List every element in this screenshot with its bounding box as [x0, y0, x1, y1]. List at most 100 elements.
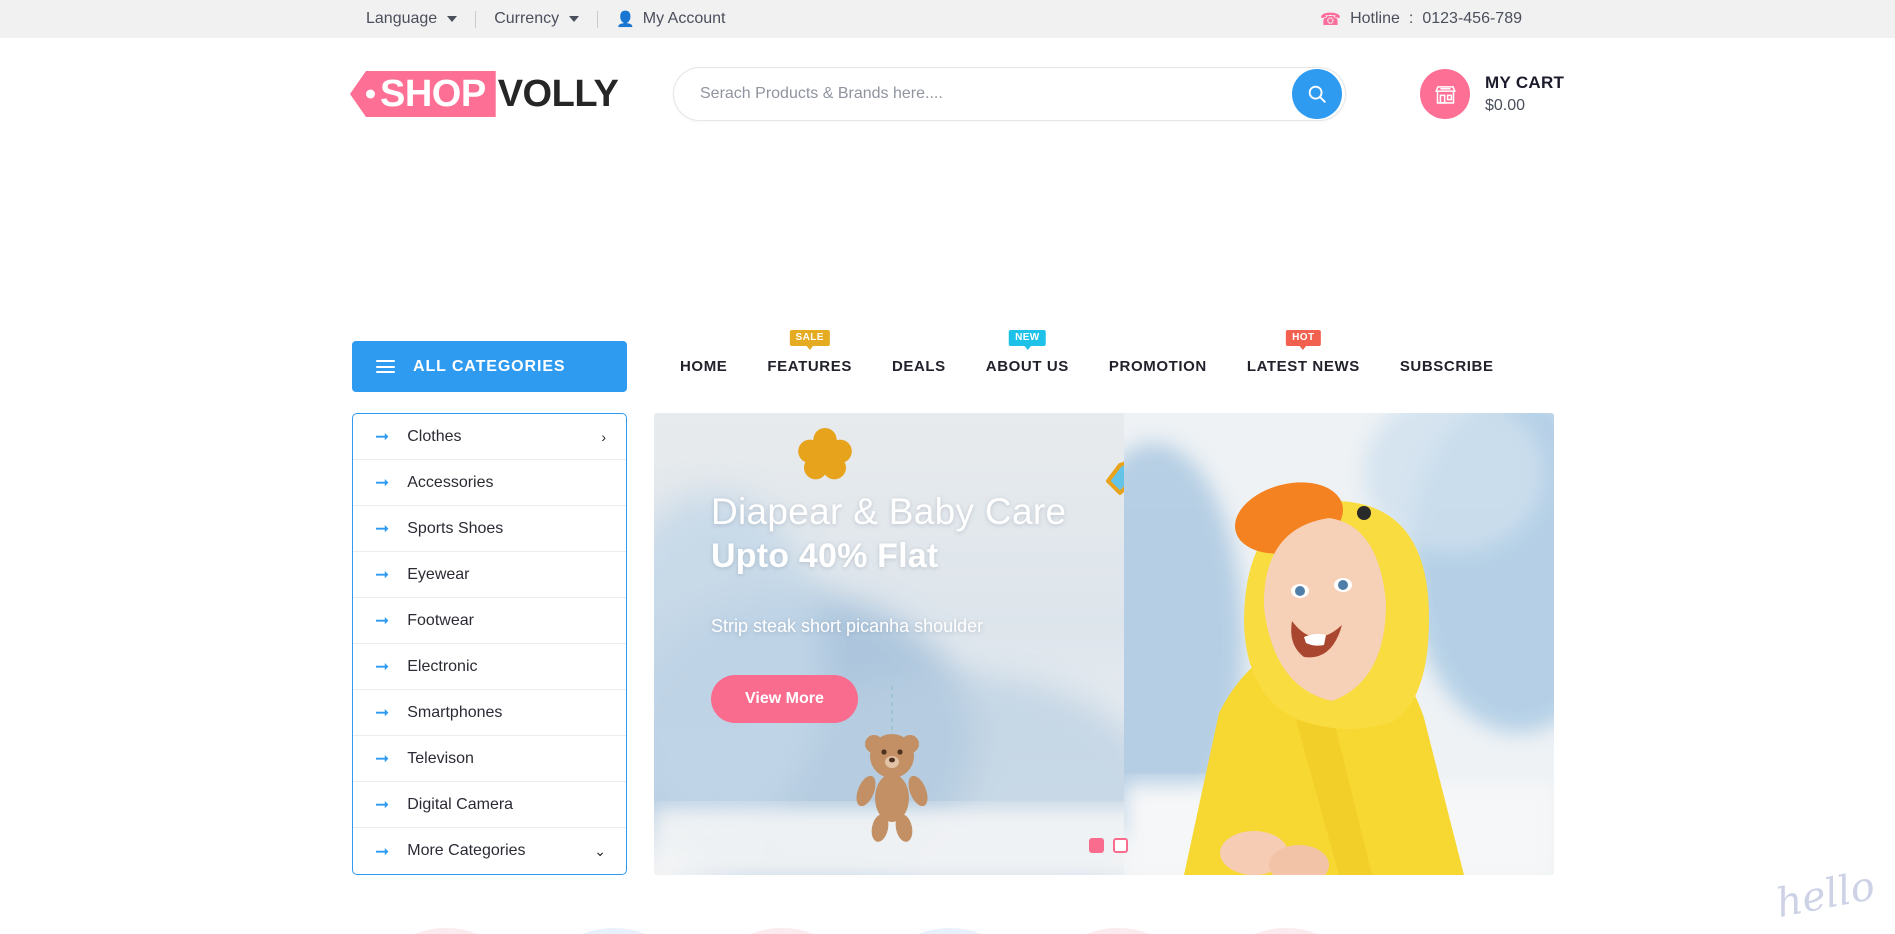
language-label: Language — [366, 10, 438, 27]
badge-label: SALE — [795, 332, 824, 343]
currency-label: Currency — [494, 10, 560, 27]
nav-label: LATEST NEWS — [1246, 358, 1360, 375]
nav-item-latest-news[interactable]: HOT LATEST NEWS — [1227, 330, 1380, 375]
hotline-separator: : — [1408, 10, 1414, 27]
hero-subtitle: Upto 40% Flat — [711, 537, 939, 575]
chevron-down-icon: ⌄ — [594, 843, 606, 859]
category-list: ➞ Clothes › ➞ Accessories ➞ Sports Shoes… — [352, 413, 627, 875]
sidebar-item-clothes[interactable]: ➞ Clothes › — [353, 414, 626, 460]
currency-selector[interactable]: Currency — [476, 10, 597, 28]
sidebar-item-label: Clothes — [407, 427, 462, 445]
nav-item-promotion[interactable]: PROMOTION — [1089, 358, 1227, 375]
arrow-right-icon: ➞ — [375, 519, 390, 538]
nav-label: DEALS — [891, 358, 946, 375]
nav-item-about-us[interactable]: NEW ABOUT US — [966, 330, 1089, 375]
sidebar-item-smartphones[interactable]: ➞ Smartphones — [353, 690, 626, 736]
logo-shop-text: SHOP — [380, 73, 486, 115]
topbar-left-group: Language Currency 👤 My Account — [348, 10, 743, 28]
sidebar-item-footwear[interactable]: ➞ Footwear — [353, 598, 626, 644]
nav-item-home[interactable]: HOME — [660, 358, 747, 375]
chevron-down-icon — [569, 16, 580, 22]
nav-item-deals[interactable]: DEALS — [872, 358, 966, 375]
sidebar-item-electronic[interactable]: ➞ Electronic — [353, 644, 626, 690]
search-button[interactable] — [1292, 69, 1342, 119]
arrow-right-icon: ➞ — [375, 565, 390, 584]
logo-tag-shape: SHOP — [350, 71, 496, 117]
sidebar-item-label: Footwear — [407, 611, 474, 629]
view-more-button[interactable]: View More — [711, 675, 858, 723]
cart-title: MY CART — [1485, 72, 1565, 92]
nav-item-features[interactable]: SALE FEATURES — [747, 330, 872, 375]
sidebar-item-label: Eyewear — [407, 565, 470, 583]
arrow-right-icon: ➞ — [375, 749, 390, 768]
all-categories-label: ALL CATEGORIES — [413, 357, 566, 375]
main-content: ALL CATEGORIES ➞ Clothes › ➞ Accessories… — [0, 150, 1895, 934]
badge-label: HOT — [1292, 332, 1315, 343]
sidebar-item-accessories[interactable]: ➞ Accessories — [353, 460, 626, 506]
logo-volly-text: VOLLY — [497, 73, 619, 115]
arrow-right-icon: ➞ — [375, 657, 390, 676]
badge-sale: SALE — [789, 330, 830, 346]
all-categories-button[interactable]: ALL CATEGORIES — [352, 341, 627, 392]
arrow-right-icon: ➞ — [375, 427, 390, 446]
nav-label: ABOUT US — [985, 358, 1069, 375]
language-selector[interactable]: Language — [348, 10, 475, 28]
hero-text-block: Diapear & Baby Care Upto 40% Flat Strip … — [711, 491, 1066, 723]
hero-title: Diapear & Baby Care — [711, 491, 1067, 532]
slider-dot-2[interactable] — [1113, 838, 1128, 853]
sidebar-item-televison[interactable]: ➞ Televison — [353, 736, 626, 782]
hamburger-icon — [376, 360, 395, 373]
search-bar — [673, 67, 1346, 121]
hero-baby-image — [1124, 413, 1554, 875]
sidebar-item-eyewear[interactable]: ➞ Eyewear — [353, 552, 626, 598]
hotline-label: Hotline — [1350, 10, 1400, 27]
telephone-icon: ☎ — [1319, 9, 1342, 29]
top-bar: Language Currency 👤 My Account ☎ Hotline… — [0, 0, 1895, 38]
nav-item-subscribe[interactable]: SUBSCRIBE — [1380, 358, 1514, 375]
nav-label: HOME — [680, 358, 728, 375]
badge-hot: HOT — [1286, 330, 1321, 346]
category-circle-strip — [0, 928, 1895, 934]
shop-icon — [1434, 85, 1456, 104]
search-input[interactable] — [674, 85, 1292, 103]
arrow-right-icon: ➞ — [375, 473, 390, 492]
sidebar-item-sports-shoes[interactable]: ➞ Sports Shoes — [353, 506, 626, 552]
site-logo[interactable]: SHOP VOLLY — [350, 68, 619, 120]
sidebar-item-more-categories[interactable]: ➞ More Categories ⌄ — [353, 828, 626, 874]
arrow-right-icon: ➞ — [375, 703, 390, 722]
cart-icon-circle — [1420, 69, 1470, 119]
arrow-right-icon: ➞ — [375, 611, 390, 630]
hero-slider[interactable]: Diapear & Baby Care Upto 40% Flat Strip … — [654, 413, 1554, 875]
nav-label: SUBSCRIBE — [1399, 358, 1494, 375]
cart-text-group: MY CART $0.00 — [1485, 72, 1564, 117]
chevron-right-icon: › — [601, 428, 606, 445]
arrow-right-icon: ➞ — [375, 841, 390, 861]
sidebar-item-label: Accessories — [407, 473, 494, 491]
nav-label: PROMOTION — [1108, 358, 1207, 375]
sidebar-item-label: More Categories — [407, 842, 526, 859]
badge-new: NEW — [1009, 330, 1046, 346]
sidebar-item-digital-camera[interactable]: ➞ Digital Camera — [353, 782, 626, 828]
sidebar-item-label: Electronic — [407, 657, 478, 675]
hero-description: Strip steak short picanha shoulder — [711, 616, 984, 636]
search-icon — [1308, 85, 1326, 103]
my-account-link[interactable]: 👤 My Account — [598, 10, 743, 28]
sidebar-item-label: Digital Camera — [407, 795, 514, 813]
slider-pagination — [1089, 838, 1128, 853]
sidebar-item-label: Sports Shoes — [407, 519, 504, 537]
flower-decoration-icon — [798, 428, 852, 480]
user-icon: 👤 — [616, 10, 635, 28]
sidebar-item-label: Televison — [407, 749, 474, 767]
chevron-down-icon — [447, 16, 458, 22]
main-navigation: HOME SALE FEATURES DEALS NEW ABOUT US PR… — [660, 330, 1514, 392]
hotline-number[interactable]: 0123-456-789 — [1422, 10, 1522, 28]
cart-price: $0.00 — [1485, 96, 1526, 114]
slider-dot-1[interactable] — [1089, 838, 1104, 853]
sidebar-item-label: Smartphones — [407, 703, 503, 721]
nav-label: FEATURES — [767, 358, 852, 375]
site-header: SHOP VOLLY MY CART $0.00 — [0, 38, 1895, 150]
hotline: ☎ Hotline : 0123-456-789 — [1320, 10, 1522, 28]
cart-widget[interactable]: MY CART $0.00 — [1420, 69, 1564, 119]
my-account-label: My Account — [642, 10, 726, 27]
badge-label: NEW — [1015, 332, 1040, 343]
